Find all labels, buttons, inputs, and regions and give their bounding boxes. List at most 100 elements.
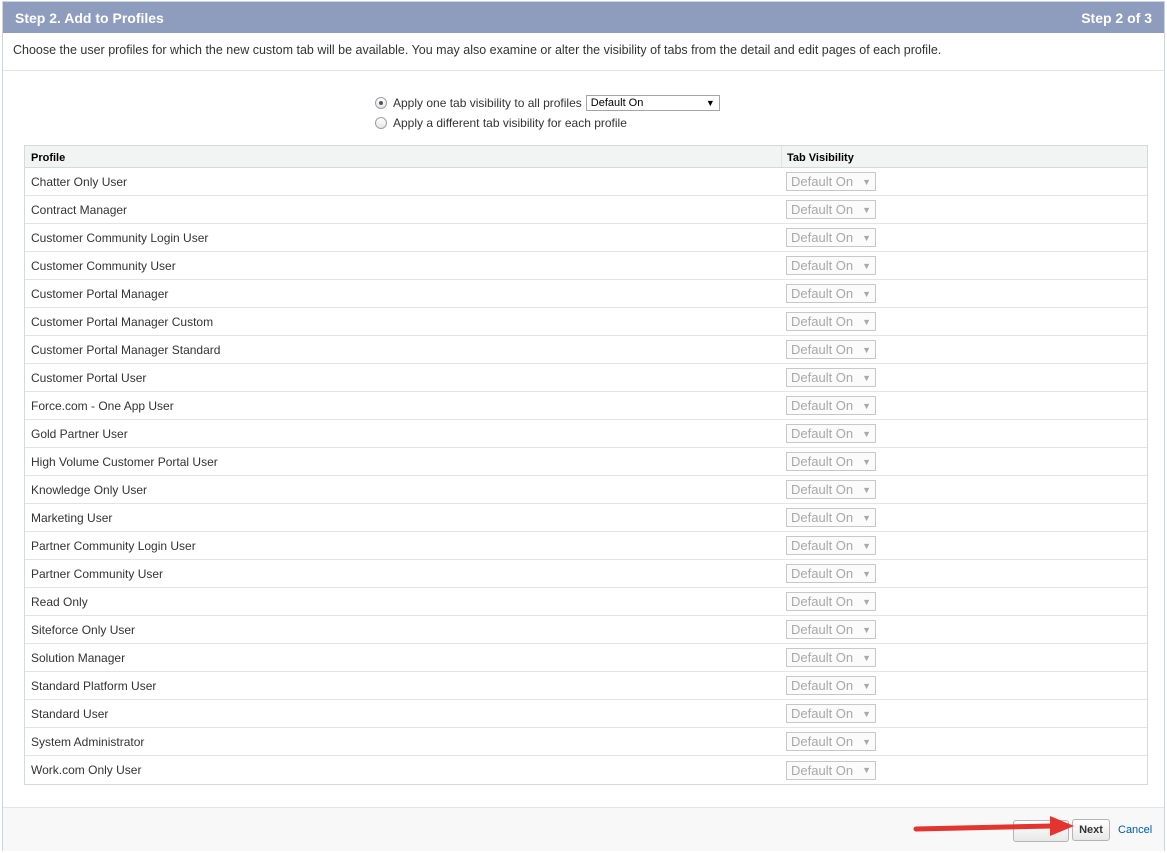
visibility-select: Default On ▼ xyxy=(786,620,876,639)
visibility-cell: Default On ▼ xyxy=(782,312,1147,331)
profile-name: Knowledge Only User xyxy=(31,482,148,497)
table-row: Customer Community Login User Default On ▼ xyxy=(25,224,1147,252)
visibility-select: Default On ▼ xyxy=(786,564,876,583)
caret-down-icon: ▼ xyxy=(862,232,871,243)
visibility-select-value: Default On xyxy=(791,538,854,553)
visibility-cell: Default On ▼ xyxy=(782,424,1147,443)
profile-name: Customer Community User xyxy=(31,258,176,273)
visibility-select-value: Default On xyxy=(791,286,854,301)
profile-name: Read Only xyxy=(31,594,88,609)
previous-button[interactable] xyxy=(1013,820,1069,842)
visibility-select-value: Default On xyxy=(791,734,854,749)
visibility-cell: Default On ▼ xyxy=(782,452,1147,471)
visibility-select-value: Default On xyxy=(791,174,854,189)
visibility-select: Default On ▼ xyxy=(786,592,876,611)
caret-down-icon: ▼ xyxy=(862,652,871,663)
profile-name: Partner Community User xyxy=(31,566,164,581)
visibility-select: Default On ▼ xyxy=(786,676,876,695)
table-row: Work.com Only User Default On ▼ xyxy=(25,756,1147,784)
description-text: Choose the user profiles for which the n… xyxy=(3,33,1164,71)
visibility-select-value: Default On xyxy=(791,370,854,385)
caret-down-icon: ▼ xyxy=(862,344,871,355)
apply-each-radio[interactable] xyxy=(375,117,387,129)
caret-down-icon: ▼ xyxy=(862,372,871,383)
profile-name: Customer Community Login User xyxy=(31,230,209,245)
profile-name: Customer Portal Manager Standard xyxy=(31,342,221,357)
visibility-select: Default On ▼ xyxy=(786,452,876,471)
visibility-select: Default On ▼ xyxy=(786,424,876,443)
table-row: Customer Portal User Default On ▼ xyxy=(25,364,1147,392)
visibility-select: Default On ▼ xyxy=(786,396,876,415)
profile-name: Customer Portal User xyxy=(31,370,147,385)
profile-name: Marketing User xyxy=(31,510,113,525)
table-row: Siteforce Only User Default On ▼ xyxy=(25,616,1147,644)
profile-name: Gold Partner User xyxy=(31,426,128,441)
step-indicator: Step 2 of 3 xyxy=(1081,9,1152,26)
visibility-select-value: Default On xyxy=(791,342,854,357)
profile-name: Customer Portal Manager Custom xyxy=(31,314,214,329)
caret-down-icon: ▼ xyxy=(862,624,871,635)
visibility-select: Default On ▼ xyxy=(786,368,876,387)
caret-down-icon: ▼ xyxy=(862,540,871,551)
caret-down-icon: ▼ xyxy=(862,596,871,607)
visibility-select-value: Default On xyxy=(791,510,854,525)
table-row: Gold Partner User Default On ▼ xyxy=(25,420,1147,448)
visibility-select: Default On ▼ xyxy=(786,760,876,780)
apply-all-option[interactable]: Apply one tab visibility to all profiles… xyxy=(375,93,720,113)
visibility-cell: Default On ▼ xyxy=(782,340,1147,359)
next-button[interactable]: Next xyxy=(1072,819,1110,841)
apply-each-option[interactable]: Apply a different tab visibility for eac… xyxy=(375,113,720,133)
visibility-cell: Default On ▼ xyxy=(782,704,1147,723)
apply-all-select[interactable]: Default On ▼ xyxy=(585,95,720,111)
visibility-select-value: Default On xyxy=(791,678,854,693)
apply-all-select-value: Default On xyxy=(590,97,644,109)
visibility-cell: Default On ▼ xyxy=(782,200,1147,219)
caret-down-icon: ▼ xyxy=(862,316,871,327)
visibility-cell: Default On ▼ xyxy=(782,368,1147,387)
visibility-cell: Default On ▼ xyxy=(782,760,1147,780)
table-row: Marketing User Default On ▼ xyxy=(25,504,1147,532)
profile-name: Chatter Only User xyxy=(31,174,128,189)
visibility-select-value: Default On xyxy=(791,706,854,721)
visibility-cell: Default On ▼ xyxy=(782,480,1147,499)
page-title: Step 2. Add to Profiles xyxy=(15,9,164,26)
table-row: Standard User Default On ▼ xyxy=(25,700,1147,728)
visibility-cell: Default On ▼ xyxy=(782,508,1147,527)
visibility-options: Apply one tab visibility to all profiles… xyxy=(375,93,720,133)
table-row: Read Only Default On ▼ xyxy=(25,588,1147,616)
apply-all-label: Apply one tab visibility to all profiles xyxy=(393,96,582,110)
profile-column-header: Profile xyxy=(25,146,782,167)
visibility-cell: Default On ▼ xyxy=(782,536,1147,555)
visibility-cell: Default On ▼ xyxy=(782,256,1147,275)
cancel-link[interactable]: Cancel xyxy=(1118,824,1152,836)
caret-down-icon: ▼ xyxy=(862,484,871,495)
apply-all-radio[interactable] xyxy=(375,97,387,109)
visibility-select: Default On ▼ xyxy=(786,340,876,359)
visibility-column-header: Tab Visibility xyxy=(787,152,854,164)
visibility-select-value: Default On xyxy=(791,762,854,778)
caret-down-icon: ▼ xyxy=(862,765,871,775)
caret-down-icon: ▼ xyxy=(862,568,871,579)
visibility-cell: Default On ▼ xyxy=(782,396,1147,415)
visibility-select-value: Default On xyxy=(791,622,854,637)
profile-name: Contract Manager xyxy=(31,202,128,217)
visibility-select: Default On ▼ xyxy=(786,172,876,191)
table-row: Customer Portal Manager Custom Default On… xyxy=(25,308,1147,336)
caret-down-icon: ▼ xyxy=(862,204,871,215)
table-row: Partner Community Login User Default On ▼ xyxy=(25,532,1147,560)
visibility-cell: Default On ▼ xyxy=(782,732,1147,751)
visibility-select-value: Default On xyxy=(791,314,854,329)
visibility-select: Default On ▼ xyxy=(786,508,876,527)
profile-name: Standard User xyxy=(31,706,109,721)
visibility-select: Default On ▼ xyxy=(786,256,876,275)
profile-name: High Volume Customer Portal User xyxy=(31,454,218,469)
visibility-cell: Default On ▼ xyxy=(782,564,1147,583)
caret-down-icon: ▼ xyxy=(862,400,871,411)
visibility-select-value: Default On xyxy=(791,230,854,245)
table-row: Standard Platform User Default On ▼ xyxy=(25,672,1147,700)
caret-down-icon: ▼ xyxy=(862,680,871,691)
profile-name: Standard Platform User xyxy=(31,678,157,693)
visibility-select-value: Default On xyxy=(791,426,854,441)
caret-down-icon: ▼ xyxy=(705,98,715,108)
table-row: System Administrator Default On ▼ xyxy=(25,728,1147,756)
